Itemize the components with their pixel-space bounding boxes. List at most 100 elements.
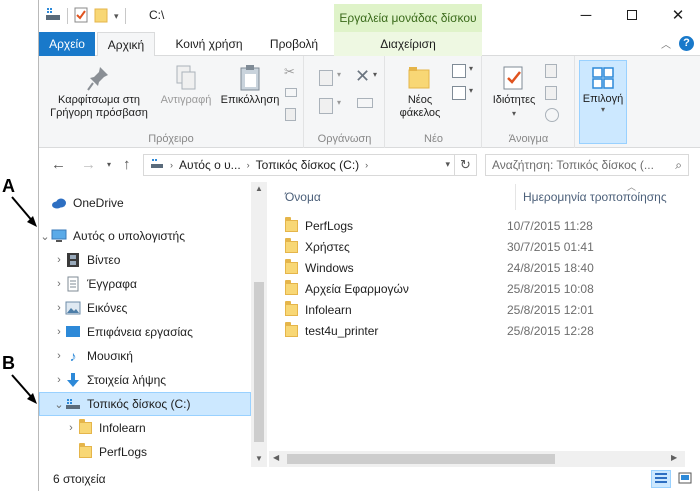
expand-chevron-icon[interactable]: › [53, 254, 65, 266]
copy-button[interactable]: Αντιγραφή [155, 64, 217, 107]
file-row[interactable]: test4u_printer 25/8/2015 12:28 [285, 320, 685, 341]
select-button[interactable]: Επιλογή ▾ [579, 60, 627, 144]
rename-icon[interactable] [357, 98, 373, 108]
new-folder-button[interactable]: Νέος φάκελος [392, 64, 448, 120]
video-icon [65, 252, 81, 268]
column-header-date[interactable]: Ημερομηνία τροποποίησης [523, 190, 667, 204]
move-to-dropdown-icon[interactable]: ▾ [337, 70, 341, 79]
breadcrumb-separator-icon[interactable]: › [247, 160, 250, 170]
collapse-chevron-icon[interactable]: ⌄ [53, 398, 65, 411]
copy-to-icon[interactable] [319, 98, 333, 114]
nav-item-onedrive[interactable]: OneDrive [39, 192, 251, 214]
expand-chevron-icon[interactable]: › [53, 350, 65, 362]
tab-share[interactable]: Κοινή χρήση [159, 32, 259, 56]
clipboard-group-label: Πρόχειρο [148, 133, 194, 145]
breadcrumb-separator-icon[interactable]: › [170, 160, 173, 170]
expand-chevron-icon[interactable]: › [53, 302, 65, 314]
breadcrumb-separator-icon[interactable]: › [365, 160, 368, 170]
scroll-up-icon[interactable]: ▲ [251, 184, 267, 193]
help-icon[interactable]: ? [679, 36, 694, 51]
properties-icon [501, 64, 527, 92]
expand-chevron-icon[interactable]: › [53, 326, 65, 338]
recent-locations-button[interactable]: ▾ [107, 160, 111, 169]
file-list-scroll-thumb[interactable] [287, 454, 555, 464]
paste-label: Επικόλληση [220, 94, 280, 106]
pin-quick-access-button[interactable]: Καρφίτσωμα στη Γρήγορη πρόσβαση [45, 64, 153, 120]
file-row[interactable]: Windows 24/8/2015 18:40 [285, 257, 685, 278]
collapse-chevron-icon[interactable]: ⌄ [39, 230, 51, 243]
nav-item-music[interactable]: › ♪ Μουσική [39, 345, 251, 367]
refresh-icon[interactable]: ↻ [454, 155, 476, 175]
open-icon[interactable] [545, 64, 557, 78]
back-button[interactable]: ← [51, 156, 66, 173]
nav-item-this-pc[interactable]: ⌄ Αυτός ο υπολογιστής [39, 225, 251, 247]
close-button[interactable]: ✕ [655, 0, 700, 30]
copy-to-dropdown-icon[interactable]: ▾ [337, 98, 341, 107]
nav-item-local-disk[interactable]: ⌄ Τοπικός δίσκος (C:) [39, 392, 251, 416]
download-icon [65, 372, 81, 388]
organize-group-label: Οργάνωση [317, 133, 372, 145]
delete-icon[interactable]: ✕ [355, 66, 370, 87]
maximize-button[interactable] [609, 0, 655, 30]
expand-chevron-icon[interactable]: › [53, 374, 65, 386]
breadcrumb-this-pc[interactable]: Αυτός ο υ... [179, 158, 241, 172]
details-view-button[interactable] [651, 470, 671, 488]
maximize-icon [627, 10, 637, 20]
move-to-icon[interactable] [319, 70, 333, 86]
new-item-icon[interactable] [452, 64, 466, 78]
tab-manage[interactable]: Διαχείριση [334, 32, 482, 56]
paste-button[interactable]: Επικόλληση [219, 64, 281, 107]
nav-pane-scrollbar[interactable]: ▲ ▼ [251, 182, 267, 467]
new-item-dropdown-icon[interactable]: ▾ [469, 64, 473, 73]
breadcrumb-local-disk[interactable]: Τοπικός δίσκος (C:) [256, 158, 360, 172]
nav-item-label: Επιφάνεια εργασίας [87, 325, 193, 339]
open-group-label: Άνοιγμα [508, 133, 549, 145]
history-icon[interactable] [545, 108, 559, 122]
search-input[interactable]: Αναζήτηση: Τοπικός δίσκος (... ⌕ [485, 154, 689, 176]
nav-item-infolearn[interactable]: › Infolearn [39, 417, 251, 439]
nav-item-perflogs[interactable]: PerfLogs [39, 441, 251, 463]
scroll-left-icon[interactable]: ◀ [273, 453, 279, 462]
large-icons-view-button[interactable] [675, 470, 695, 488]
nav-item-pictures[interactable]: › Εικόνες [39, 297, 251, 319]
delete-dropdown-icon[interactable]: ▾ [373, 70, 377, 79]
forward-button[interactable]: → [81, 156, 96, 173]
copy-path-icon[interactable] [285, 88, 297, 97]
properties-qat-icon[interactable] [74, 7, 88, 26]
minimize-button[interactable]: ─ [563, 0, 609, 30]
properties-dropdown-icon[interactable]: ▾ [485, 107, 543, 120]
tab-home[interactable]: Αρχική [97, 32, 155, 57]
qat-dropdown-icon[interactable]: ▾ [114, 11, 119, 22]
edit-icon[interactable] [545, 86, 557, 100]
up-button[interactable]: ↑ [123, 156, 131, 173]
column-divider[interactable] [515, 184, 516, 210]
file-row[interactable]: PerfLogs 10/7/2015 11:28 [285, 215, 685, 236]
nav-item-videos[interactable]: › Βίντεο [39, 249, 251, 271]
file-row[interactable]: Χρήστες 30/7/2015 01:41 [285, 236, 685, 257]
expand-chevron-icon[interactable]: › [53, 278, 65, 290]
tab-view[interactable]: Προβολή [261, 32, 327, 56]
file-list-horizontal-scrollbar[interactable]: ◀ ▶ [269, 451, 685, 467]
scroll-down-icon[interactable]: ▼ [251, 454, 267, 463]
paste-shortcut-icon[interactable] [285, 108, 296, 121]
expand-chevron-icon[interactable]: › [65, 422, 77, 434]
item-count: 6 στοιχεία [53, 472, 106, 486]
nav-item-documents[interactable]: › Έγγραφα [39, 273, 251, 295]
easy-access-icon[interactable] [452, 86, 466, 100]
address-dropdown-icon[interactable]: ▾ [445, 159, 450, 170]
easy-access-dropdown-icon[interactable]: ▾ [469, 86, 473, 95]
folder-icon [285, 237, 298, 253]
scroll-right-icon[interactable]: ▶ [671, 453, 677, 462]
cut-icon[interactable]: ✂ [284, 64, 295, 80]
properties-button[interactable]: Ιδιότητες ▾ [485, 64, 543, 120]
new-folder-qat-icon[interactable] [94, 7, 108, 26]
address-bar[interactable]: › Αυτός ο υ... › Τοπικός δίσκος (C:) › ▾… [143, 154, 477, 176]
column-header-name[interactable]: Όνομα [285, 190, 321, 204]
nav-pane-scroll-thumb[interactable] [254, 282, 264, 442]
file-row[interactable]: Infolearn 25/8/2015 12:01 [285, 299, 685, 320]
nav-item-desktop[interactable]: › Επιφάνεια εργασίας [39, 321, 251, 343]
nav-item-downloads[interactable]: › Στοιχεία λήψης [39, 369, 251, 391]
file-row[interactable]: Αρχεία Εφαρμογών 25/8/2015 10:08 [285, 278, 685, 299]
collapse-ribbon-icon[interactable]: ︿ [661, 36, 671, 51]
tab-file[interactable]: Αρχείο [39, 32, 95, 56]
